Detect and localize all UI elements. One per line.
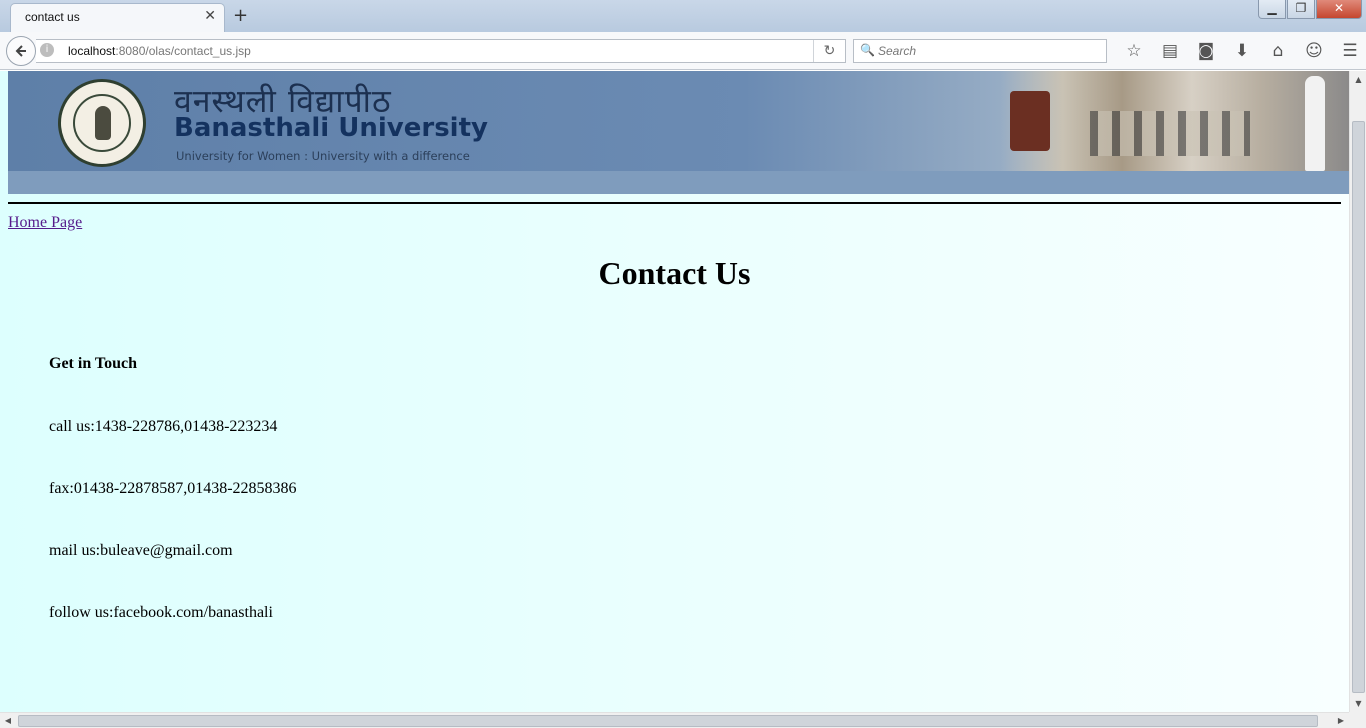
vertical-scroll-thumb[interactable] xyxy=(1352,121,1365,693)
url-text[interactable]: localhost:8080/olas/contact_us.jsp xyxy=(68,44,251,58)
vertical-scrollbar[interactable]: ▲ ▼ xyxy=(1349,71,1366,712)
chat-icon[interactable]: ☺ xyxy=(1296,40,1332,62)
contact-fax-line: fax:01438-22878587,01438-22858386 xyxy=(49,480,297,497)
university-seal-logo xyxy=(58,79,146,167)
scroll-corner xyxy=(1349,712,1366,728)
reader-list-icon[interactable]: ▤ xyxy=(1152,40,1188,62)
back-arrow-icon xyxy=(15,45,26,57)
banner-photo xyxy=(1000,71,1349,171)
minimize-button[interactable]: ▁ xyxy=(1258,0,1286,19)
contact-follow-line: follow us:facebook.com/banasthali xyxy=(49,604,273,621)
search-bar[interactable]: 🔍 Search xyxy=(853,39,1107,63)
back-button[interactable] xyxy=(6,36,36,66)
banner-university-name: Banasthali University xyxy=(174,113,488,143)
reload-icon[interactable]: ↻ xyxy=(813,40,845,62)
seal-figure xyxy=(95,106,111,140)
restore-button[interactable]: ❐ xyxy=(1287,0,1315,19)
url-host: localhost xyxy=(68,44,116,58)
url-bar[interactable]: i localhost:8080/olas/contact_us.jsp ↻ xyxy=(36,39,846,63)
scroll-up-icon[interactable]: ▲ xyxy=(1350,71,1366,88)
close-window-button[interactable]: ✕ xyxy=(1316,0,1362,19)
tab-title: contact us xyxy=(25,10,80,24)
photo-horse-rider xyxy=(1010,91,1050,151)
toolbar-icons: ☆ ▤ ◙ ⬇ ⌂ ☺ ☰ xyxy=(1116,40,1366,62)
home-page-link[interactable]: Home Page xyxy=(8,214,82,232)
seal-inner-ring xyxy=(73,94,131,152)
page-viewport: वनस्थली विद्यापीठ Banasthali University … xyxy=(0,71,1349,712)
contact-mail-line: mail us:buleave@gmail.com xyxy=(49,542,233,559)
get-in-touch-heading: Get in Touch xyxy=(49,355,138,372)
horizontal-rule xyxy=(8,202,1341,204)
url-path: :8080/olas/contact_us.jsp xyxy=(115,44,251,58)
download-icon[interactable]: ⬇ xyxy=(1224,40,1260,62)
tab-close-icon[interactable]: ✕ xyxy=(204,8,216,24)
banner-tagline: University for Women : University with a… xyxy=(176,149,470,163)
page-title: Contact Us xyxy=(598,255,751,291)
horizontal-scrollbar[interactable]: ◀ ▶ xyxy=(0,712,1349,728)
search-icon: 🔍 xyxy=(860,43,875,57)
menu-icon[interactable]: ☰ xyxy=(1332,40,1366,62)
university-banner: वनस्थली विद्यापीठ Banasthali University … xyxy=(8,71,1349,194)
photo-students xyxy=(1090,111,1250,156)
search-placeholder: Search xyxy=(878,44,917,58)
browser-tab[interactable]: contact us ✕ xyxy=(10,3,225,32)
star-icon[interactable]: ☆ xyxy=(1116,40,1152,62)
scroll-down-icon[interactable]: ▼ xyxy=(1350,695,1366,712)
scroll-left-icon[interactable]: ◀ xyxy=(0,713,16,728)
browser-navbar: i localhost:8080/olas/contact_us.jsp ↻ 🔍… xyxy=(0,32,1366,70)
contact-phone-line: call us:1438-228786,01438-223234 xyxy=(49,418,278,435)
photo-standing-person xyxy=(1305,76,1325,171)
home-icon[interactable]: ⌂ xyxy=(1260,40,1296,62)
browser-titlebar: contact us ✕ + ▁ ❐ ✕ xyxy=(0,0,1366,32)
new-tab-button[interactable]: + xyxy=(233,5,248,26)
pocket-icon[interactable]: ◙ xyxy=(1188,40,1224,62)
window-controls: ▁ ❐ ✕ xyxy=(1257,0,1362,19)
banner-strip xyxy=(8,171,1349,194)
scroll-right-icon[interactable]: ▶ xyxy=(1333,713,1349,728)
horizontal-scroll-thumb[interactable] xyxy=(18,715,1318,727)
site-info-icon[interactable]: i xyxy=(40,43,54,57)
